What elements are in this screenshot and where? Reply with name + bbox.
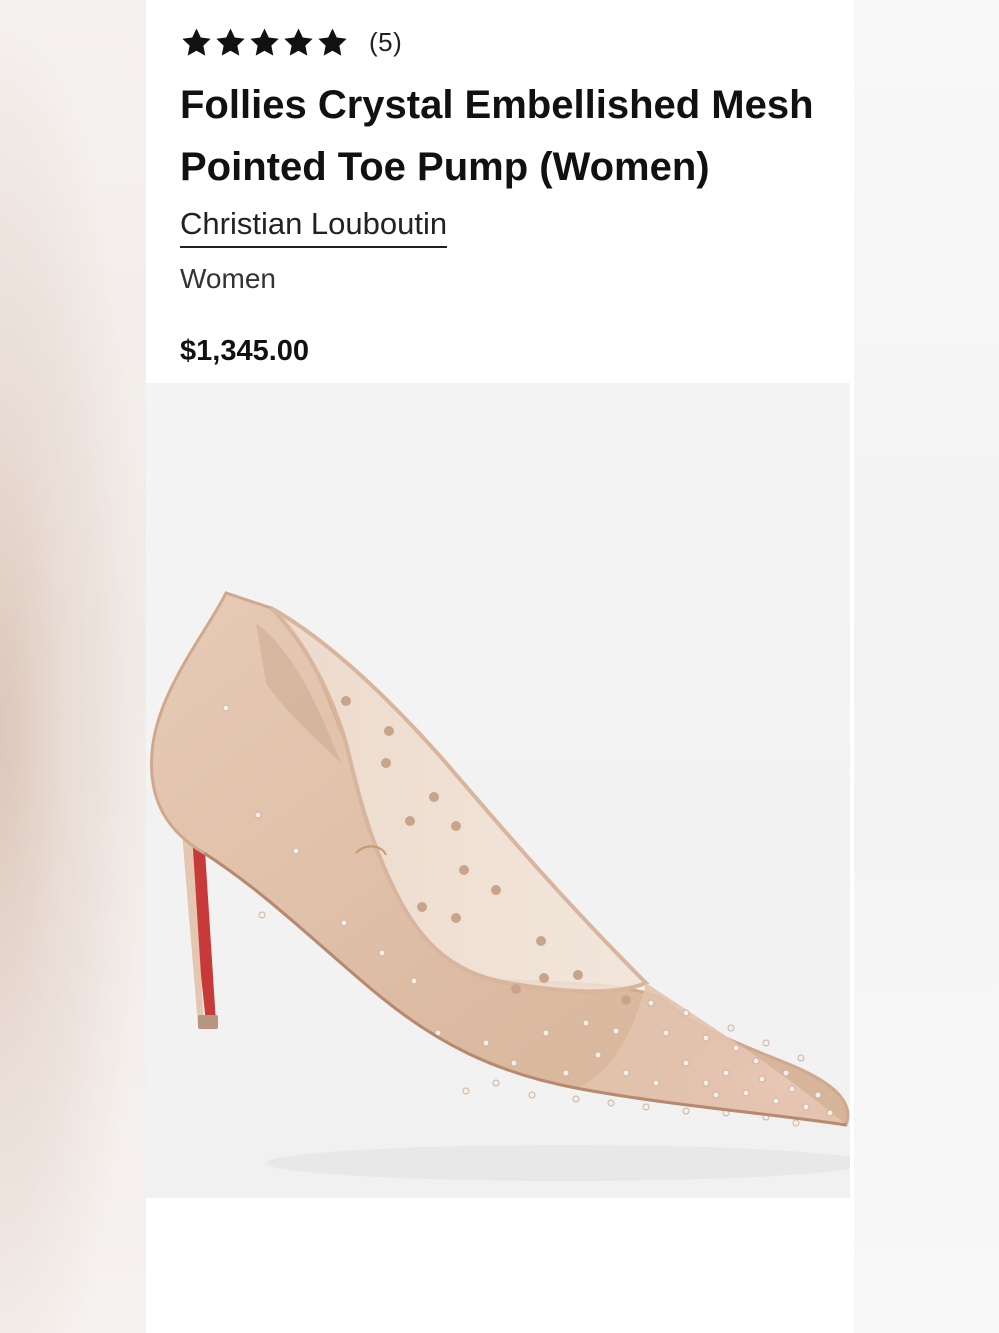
- product-title-line-1: Follies Crystal Embellished Mesh: [180, 83, 814, 127]
- product-category: Women: [180, 263, 276, 294]
- background-left-blur: [0, 0, 146, 1333]
- review-count[interactable]: (5): [369, 27, 402, 58]
- product-title: Follies Crystal Embellished Mesh Pointed…: [180, 74, 854, 198]
- star-icon: [284, 27, 313, 56]
- brand-link[interactable]: Christian Louboutin: [180, 204, 448, 248]
- rating-row[interactable]: (5): [180, 24, 402, 60]
- star-icon: [250, 27, 279, 56]
- star-icon: [216, 27, 245, 56]
- shoe-shadow: [266, 1145, 850, 1181]
- product-image[interactable]: [146, 383, 850, 1198]
- star-icon: [182, 27, 211, 56]
- product-price: $1,345.00: [180, 335, 310, 367]
- shoe-illustration: [150, 591, 850, 1181]
- heel-tip: [198, 1015, 218, 1029]
- product-panel: (5) Follies Crystal Embellished Mesh Poi…: [146, 0, 854, 1333]
- star-rating: [180, 26, 349, 59]
- background-right-blur: [854, 0, 999, 1333]
- product-title-line-2: Pointed Toe Pump (Women): [180, 145, 710, 189]
- star-icon: [318, 27, 347, 56]
